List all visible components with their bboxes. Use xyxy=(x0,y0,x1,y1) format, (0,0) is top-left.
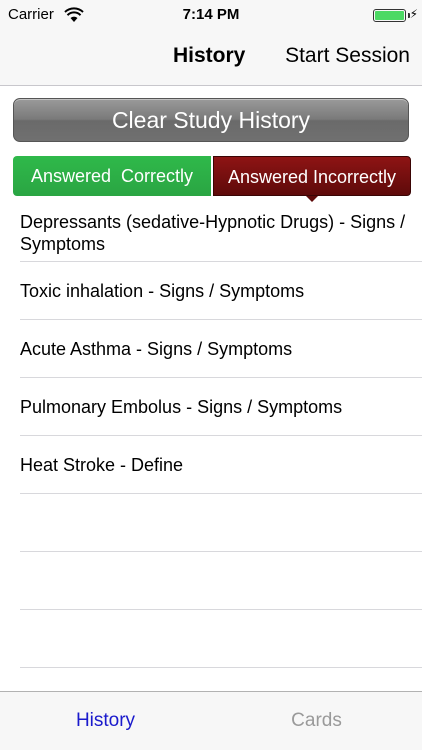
list-item-label: Acute Asthma - Signs / Symptoms xyxy=(20,338,293,359)
start-session-button[interactable]: Start Session xyxy=(285,44,410,68)
segment-answered-incorrectly[interactable]: Answered Incorrectly xyxy=(213,156,411,196)
empty-row xyxy=(20,610,422,668)
list-item-label: Pulmonary Embolus - Signs / Symptoms xyxy=(20,396,343,417)
page-title: History xyxy=(173,44,246,67)
battery-fill xyxy=(375,11,404,20)
list-item[interactable]: Toxic inhalation - Signs / Symptoms xyxy=(20,262,422,320)
clear-study-history-button[interactable]: Clear Study History xyxy=(13,98,409,142)
segment-selected-caret xyxy=(306,196,318,202)
list-item[interactable]: Heat Stroke - Define xyxy=(20,436,422,494)
tab-bar: History Cards xyxy=(0,691,422,750)
empty-row xyxy=(20,552,422,610)
list-item-label: Toxic inhalation - Signs / Symptoms xyxy=(20,280,305,301)
history-list: Depressants (sedative-Hypnotic Drugs) - … xyxy=(0,204,422,668)
list-item[interactable]: Pulmonary Embolus - Signs / Symptoms xyxy=(20,378,422,436)
tab-history[interactable]: History xyxy=(0,710,211,732)
battery-icon xyxy=(373,9,406,22)
status-time: 7:14 PM xyxy=(182,6,240,23)
charging-bolt-icon: ⚡ xyxy=(409,7,418,21)
list-item[interactable]: Acute Asthma - Signs / Symptoms xyxy=(20,320,422,378)
status-bar: Carrier 7:14 PM ⚡ xyxy=(0,0,422,30)
segment-answered-correctly[interactable]: Answered Correctly xyxy=(13,156,211,196)
list-item-label: Depressants (sedative-Hypnotic Drugs) - … xyxy=(20,211,406,254)
list-item-label: Heat Stroke - Define xyxy=(20,454,184,475)
list-item[interactable]: Depressants (sedative-Hypnotic Drugs) - … xyxy=(20,204,422,262)
empty-row xyxy=(20,494,422,552)
tab-cards[interactable]: Cards xyxy=(211,710,422,732)
navigation-bar: History Start Session xyxy=(0,30,422,86)
